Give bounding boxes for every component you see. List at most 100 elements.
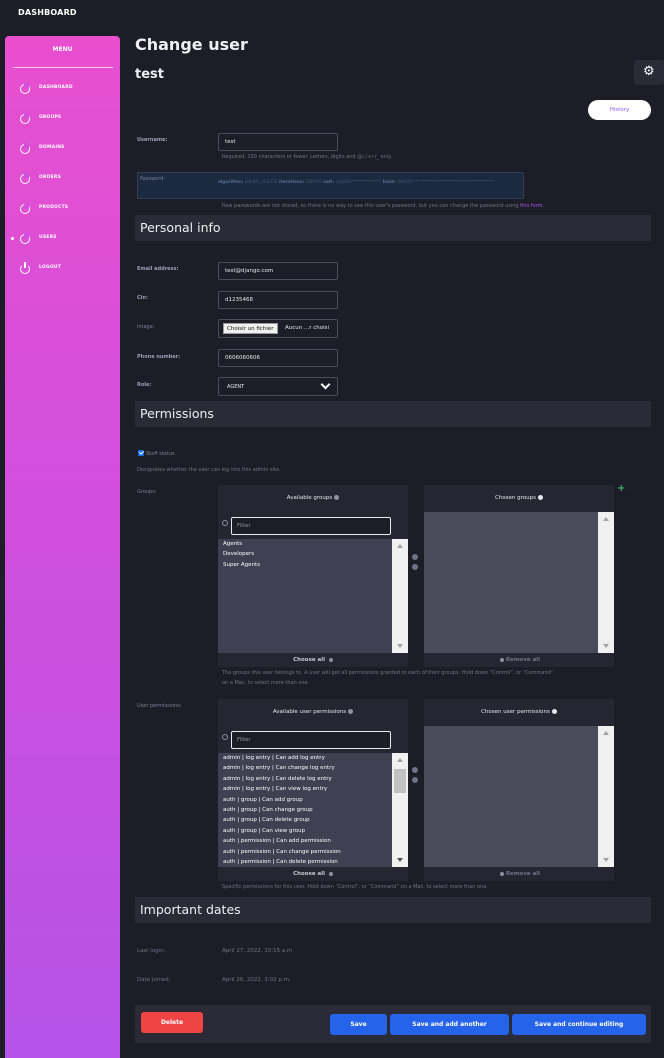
username-label: Username: bbox=[137, 137, 168, 143]
scrollbar[interactable] bbox=[392, 539, 408, 653]
remove-all-permissions-button[interactable]: Remove all bbox=[424, 867, 614, 881]
remove-all-groups-button[interactable]: Remove all bbox=[424, 653, 614, 667]
history-button[interactable]: History bbox=[588, 100, 651, 120]
sidebar-item-groups[interactable]: GROUPS bbox=[5, 111, 120, 127]
scroll-down-arrow[interactable] bbox=[397, 858, 403, 862]
cin-input[interactable]: d1235468 bbox=[218, 291, 338, 309]
arrow-right-icon bbox=[328, 657, 333, 662]
sidebar-item-domains[interactable]: DOMAINS bbox=[5, 141, 120, 157]
choose-file-button[interactable]: Choisir un fichier bbox=[223, 323, 278, 334]
scrollbar[interactable] bbox=[598, 726, 614, 867]
list-item[interactable]: auth | permission | Can change permissio… bbox=[218, 847, 408, 857]
arrow-left-icon bbox=[499, 657, 504, 662]
scrollbar[interactable] bbox=[598, 512, 614, 653]
list-item[interactable]: auth | permission | Can delete permissio… bbox=[218, 857, 408, 867]
delete-button[interactable]: Delete bbox=[141, 1012, 203, 1033]
sidebar-item-label: PRODUCTS bbox=[39, 205, 69, 210]
scroll-down-arrow[interactable] bbox=[603, 644, 609, 648]
list-item[interactable]: Super Agents bbox=[218, 560, 408, 570]
scroll-down-arrow[interactable] bbox=[603, 858, 609, 862]
role-select[interactable]: AGENT bbox=[218, 377, 338, 396]
permissions-filter-input[interactable]: Filter bbox=[231, 731, 391, 749]
save-and-continue-button[interactable]: Save and continue editing bbox=[512, 1014, 646, 1035]
search-icon bbox=[222, 734, 228, 740]
groups-help-line2: on a Mac, to select more than one. bbox=[222, 680, 310, 686]
scroll-up-arrow[interactable] bbox=[397, 544, 403, 548]
staff-status-help: Designates whether the user can log into… bbox=[137, 467, 281, 473]
image-file-input[interactable]: Choisir un fichier Aucun ...r choisi bbox=[218, 319, 338, 338]
panel-title-text: Chosen user permissions bbox=[481, 709, 550, 715]
save-and-add-another-button[interactable]: Save and add another bbox=[390, 1014, 509, 1035]
add-group-plus-icon[interactable]: + bbox=[617, 484, 625, 494]
sidebar-item-orders[interactable]: ORDERS bbox=[5, 171, 120, 187]
list-item[interactable]: auth | group | Can view group bbox=[218, 826, 408, 836]
section-title: Personal info bbox=[140, 220, 221, 235]
chosen-permissions-list[interactable] bbox=[424, 726, 614, 867]
choose-all-groups-button[interactable]: Choose all bbox=[218, 653, 408, 667]
phone-input[interactable]: 0606060606 bbox=[218, 349, 338, 367]
password-help: Raw passwords are not stored, so there i… bbox=[222, 203, 544, 209]
scroll-up-arrow[interactable] bbox=[603, 731, 609, 735]
scroll-up-arrow[interactable] bbox=[603, 517, 609, 521]
list-item[interactable]: auth | group | Can change group bbox=[218, 805, 408, 815]
save-button[interactable]: Save bbox=[330, 1014, 387, 1035]
chosen-groups-list[interactable] bbox=[424, 512, 614, 653]
sidebar-item-label: DOMAINS bbox=[39, 145, 65, 150]
available-permissions-title: Available user permissions bbox=[218, 699, 408, 726]
iterations-label: iterations: bbox=[278, 180, 305, 185]
password-box: Password: algorithm: pbkdf2_sha256 itera… bbox=[137, 172, 524, 199]
help-icon bbox=[551, 709, 557, 714]
list-item[interactable]: admin | log entry | Can delete log entry bbox=[218, 774, 408, 784]
algorithm-value: pbkdf2_sha256 bbox=[244, 180, 278, 185]
groups-help-line1: The groups this user belongs to. A user … bbox=[222, 670, 554, 676]
add-group-arrow[interactable] bbox=[412, 554, 418, 560]
available-groups-list[interactable]: Agents Developers Super Agents bbox=[218, 539, 408, 653]
brand-title[interactable]: DASHBOARD bbox=[18, 8, 77, 17]
choose-all-label: Choose all bbox=[293, 871, 325, 877]
available-permissions-list[interactable]: admin | log entry | Can add log entry ad… bbox=[218, 753, 408, 867]
panel-title-text: Available groups bbox=[286, 495, 333, 501]
email-input[interactable]: test@django.com bbox=[218, 262, 338, 280]
list-item[interactable]: admin | log entry | Can add log entry bbox=[218, 753, 408, 763]
search-icon bbox=[222, 520, 228, 526]
scroll-up-arrow[interactable] bbox=[397, 758, 403, 762]
scrollbar[interactable] bbox=[392, 753, 408, 867]
username-input[interactable]: test bbox=[218, 133, 338, 151]
list-item[interactable]: admin | log entry | Can change log entry bbox=[218, 763, 408, 773]
remove-group-arrow[interactable] bbox=[412, 564, 418, 570]
sidebar-item-products[interactable]: PRODUCTS bbox=[5, 201, 120, 217]
groups-filter-input[interactable]: Filter bbox=[231, 517, 391, 535]
scroll-thumb[interactable] bbox=[394, 769, 406, 793]
hash-label: hash: bbox=[382, 180, 396, 185]
arrow-right-icon bbox=[328, 871, 333, 876]
sidebar-item-label: GROUPS bbox=[39, 115, 62, 120]
sidebar-item-users[interactable]: USERS bbox=[5, 231, 120, 247]
phone-label: Phone number: bbox=[137, 354, 181, 360]
remove-permission-arrow[interactable] bbox=[412, 777, 418, 783]
personal-info-section: Personal info bbox=[135, 215, 651, 241]
choose-all-permissions-button[interactable]: Choose all bbox=[218, 867, 408, 881]
salt-label: salt: bbox=[323, 180, 335, 185]
change-password-link[interactable]: this form bbox=[520, 203, 542, 209]
available-permissions-panel: Available user permissions Filter admin … bbox=[218, 699, 408, 881]
list-item[interactable]: auth | group | Can delete group bbox=[218, 815, 408, 825]
list-item[interactable]: admin | log entry | Can view log entry bbox=[218, 784, 408, 794]
list-item[interactable]: Developers bbox=[218, 549, 408, 559]
scroll-down-arrow[interactable] bbox=[397, 644, 403, 648]
sidebar: MENU DASHBOARD GROUPS DOMAINS ORDERS PRO… bbox=[5, 36, 120, 1058]
list-item[interactable]: auth | group | Can add group bbox=[218, 795, 408, 805]
sidebar-item-logout[interactable]: LOGOUT bbox=[5, 261, 120, 277]
add-permission-arrow[interactable] bbox=[412, 767, 418, 773]
list-item[interactable]: Agents bbox=[218, 539, 408, 549]
pie-chart-icon bbox=[20, 233, 30, 244]
sidebar-item-label: DASHBOARD bbox=[39, 85, 73, 90]
pie-chart-icon bbox=[20, 83, 30, 94]
hash-value: iJHs1Q**********************************… bbox=[397, 180, 494, 185]
staff-status-checkbox[interactable] bbox=[138, 450, 144, 456]
arrow-left-icon bbox=[499, 871, 504, 876]
staff-status-label[interactable]: Staff status bbox=[146, 451, 175, 457]
list-item[interactable]: auth | permission | Can add permission bbox=[218, 836, 408, 846]
settings-button[interactable]: ⚙ bbox=[634, 60, 664, 85]
salt-value: zngSWi************** bbox=[335, 180, 382, 185]
sidebar-item-dashboard[interactable]: DASHBOARD bbox=[5, 81, 120, 97]
